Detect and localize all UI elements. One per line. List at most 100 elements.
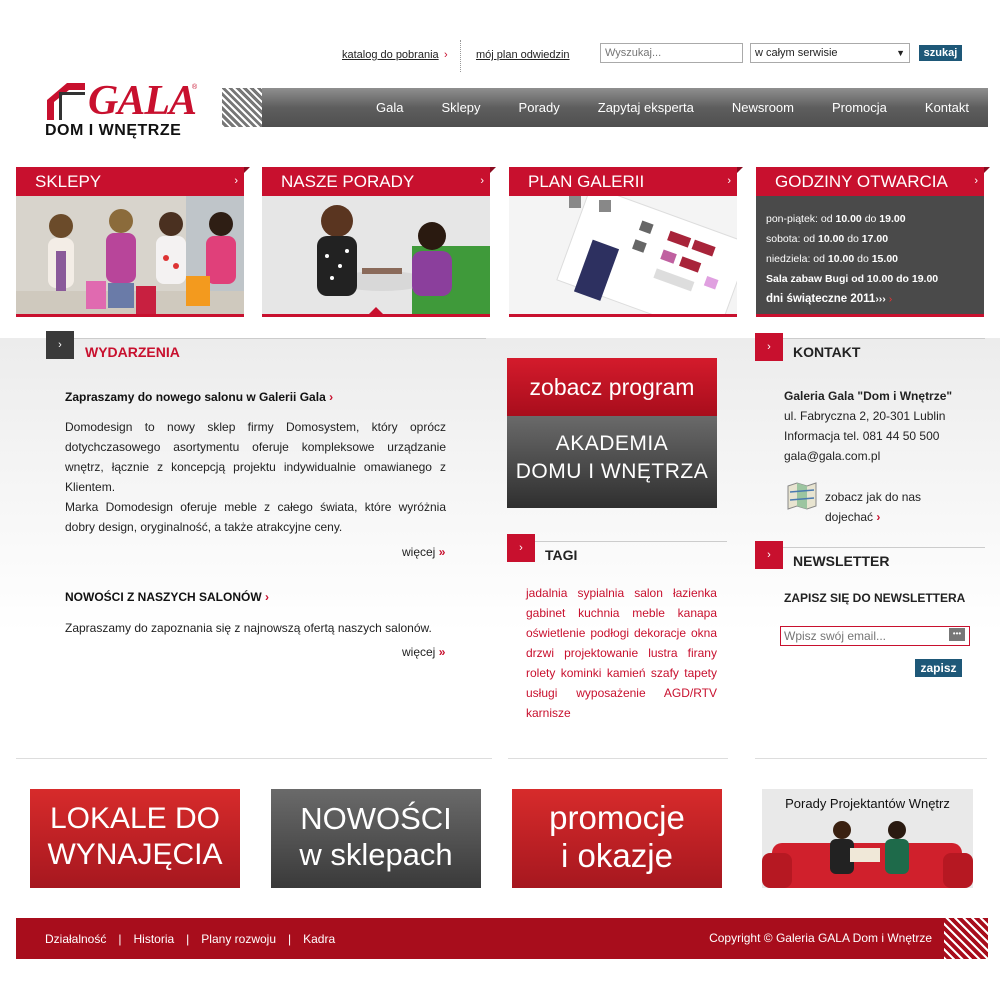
tag-link[interactable]: projektowanie <box>564 646 638 660</box>
tags-title: TAGI <box>545 547 578 563</box>
nav-item-newsroom[interactable]: Newsroom <box>713 100 813 115</box>
chevron-right-icon: › <box>507 534 535 562</box>
more-link[interactable]: więcej » <box>402 545 445 559</box>
contact-phone: Informacja tel. 081 44 50 500 <box>784 429 940 443</box>
article2-body: Zapraszamy do zapoznania się z najnowszą… <box>65 621 432 635</box>
porady-title: NASZE PORADY <box>281 172 415 191</box>
tag-link[interactable]: gabinet <box>526 606 565 620</box>
tag-link[interactable]: jadalnia <box>526 586 567 600</box>
contact-email[interactable]: gala@gala.com.pl <box>784 446 994 466</box>
tag-link[interactable]: sypialnia <box>577 586 624 600</box>
keyboard-icon: ••• <box>949 628 965 641</box>
chevron-right-icon: › <box>265 590 270 604</box>
search-input[interactable] <box>600 43 743 63</box>
tag-link[interactable]: podłogi <box>590 626 629 640</box>
shopping-women-image[interactable] <box>16 196 244 317</box>
directions-link[interactable]: zobacz jak do nas dojechać › <box>825 487 965 527</box>
separator: | <box>118 931 122 946</box>
nav-item-promocja[interactable]: Promocja <box>813 100 906 115</box>
footer-link-historia[interactable]: Historia <box>133 932 174 946</box>
footer-link-kadra[interactable]: Kadra <box>303 932 335 946</box>
chevron-right-icon: › <box>480 175 484 187</box>
porady-projektantow-banner[interactable]: Porady Projektantów Wnętrz <box>762 789 973 888</box>
tag-link[interactable]: usługi <box>526 686 557 700</box>
tag-link[interactable]: karnisze <box>526 706 571 720</box>
nav-item-gala[interactable]: Gala <box>357 100 422 115</box>
tag-link[interactable]: firany <box>688 646 717 660</box>
nav-item-zapytaj-eksperta[interactable]: Zapytaj eksperta <box>579 100 713 115</box>
subscribe-button[interactable]: zapisz <box>915 659 962 677</box>
tag-link[interactable]: kanapa <box>678 606 717 620</box>
double-chevron-icon: » <box>438 545 446 559</box>
footer-link-plany-rozwoju[interactable]: Plany rozwoju <box>201 932 276 946</box>
map-icon[interactable] <box>787 482 817 510</box>
chevron-right-icon: › <box>234 175 238 187</box>
divider <box>508 758 728 759</box>
tag-link[interactable]: drzwi <box>526 646 554 660</box>
article1-title[interactable]: Zapraszamy do nowego salonu w Galerii Ga… <box>65 390 333 404</box>
holidays-link[interactable]: dni świąteczne 2011››› › <box>766 289 974 309</box>
tag-link[interactable]: kuchnia <box>578 606 619 620</box>
visit-plan-link[interactable]: mój plan odwiedzin <box>476 49 570 61</box>
tag-link[interactable]: dekoracje <box>634 626 686 640</box>
tag-link[interactable]: AGD/RTV <box>664 686 717 700</box>
tag-link[interactable]: łazienka <box>673 586 717 600</box>
contact-title: KONTAKT <box>793 344 861 360</box>
promocje-banner[interactable]: promocje i okazje <box>512 789 722 888</box>
chevron-right-icon: › <box>755 333 783 361</box>
catalog-download-link[interactable]: katalog do pobrania <box>342 49 439 61</box>
chevron-down-icon: ▼ <box>896 48 905 58</box>
footer-link-dzialalnosc[interactable]: Działalność <box>45 932 106 946</box>
logo-subtitle: DOM I WNĘTRZE <box>45 122 182 139</box>
advice-image[interactable] <box>262 196 490 317</box>
tag-link[interactable]: kominki <box>561 666 602 680</box>
tag-link[interactable]: szafy <box>651 666 679 680</box>
tag-link[interactable]: tapety <box>684 666 717 680</box>
porady-header[interactable]: NASZE PORADY › <box>262 167 496 196</box>
lokale-banner[interactable]: LOKALE DO WYNAJĘCIA <box>30 789 240 888</box>
nav-item-kontakt[interactable]: Kontakt <box>906 100 988 115</box>
article2-title[interactable]: NOWOŚCI Z NASZYCH SALONÓW › <box>65 590 269 604</box>
chevron-right-icon: › <box>974 175 978 187</box>
footer-stripes-decoration <box>944 918 988 959</box>
chevron-right-icon: › <box>444 49 448 61</box>
sklepy-header[interactable]: SKLEPY › <box>16 167 250 196</box>
tag-cloud: jadalnia sypialnia salon łazienka gabine… <box>526 583 717 723</box>
logo-name[interactable]: GALA <box>88 76 197 126</box>
hours-title: GODZINY OTWARCIA <box>775 172 948 191</box>
plan-title: PLAN GALERII <box>528 172 645 191</box>
main-nav: Gala Sklepy Porady Zapytaj eksperta News… <box>222 88 988 127</box>
nav-item-sklepy[interactable]: Sklepy <box>423 100 500 115</box>
tag-link[interactable]: meble <box>632 606 665 620</box>
article1-body: Domodesign to nowy sklep firmy Domosyste… <box>65 417 446 537</box>
search-scope-value: w całym serwisie <box>755 47 838 59</box>
hours-header[interactable]: GODZINY OTWARCIA › <box>756 167 990 196</box>
more-link[interactable]: więcej » <box>402 645 445 659</box>
divider <box>16 758 492 759</box>
tag-link[interactable]: lustra <box>648 646 677 660</box>
nav-item-porady[interactable]: Porady <box>500 100 579 115</box>
tag-link[interactable]: oświetlenie <box>526 626 585 640</box>
hours-saturday: sobota: od 10.00 do 17.00 <box>766 233 889 245</box>
tag-link[interactable]: wyposażenie <box>576 686 645 700</box>
opening-hours-panel: pon-piątek: od 10.00 do 19.00 sobota: od… <box>756 196 984 317</box>
tag-link[interactable]: kamień <box>607 666 646 680</box>
tag-link[interactable]: rolety <box>526 666 555 680</box>
divider <box>46 338 486 339</box>
search-scope-select[interactable]: w całym serwisie ▼ <box>750 43 910 63</box>
gallery-plan-image[interactable] <box>509 196 737 317</box>
newsletter-email-input[interactable] <box>780 626 970 646</box>
sofa-image <box>762 821 973 888</box>
academy-promo-banner[interactable]: zobacz program AKADEMIA DOMU I WNĘTRZA <box>507 358 717 508</box>
nowosci-banner[interactable]: NOWOŚCI w sklepach <box>271 789 481 888</box>
footer: Działalność | Historia | Plany rozwoju |… <box>16 918 988 959</box>
separator: | <box>288 931 292 946</box>
chevron-right-icon: › <box>727 175 731 187</box>
tag-link[interactable]: salon <box>634 586 663 600</box>
tag-link[interactable]: okna <box>691 626 717 640</box>
plan-header[interactable]: PLAN GALERII › <box>509 167 743 196</box>
promo-top-text: zobacz program <box>507 358 717 416</box>
divider <box>460 40 461 72</box>
contact-details: Galeria Gala "Dom i Wnętrze" ul. Fabrycz… <box>784 386 994 466</box>
search-button[interactable]: szukaj <box>919 45 962 61</box>
